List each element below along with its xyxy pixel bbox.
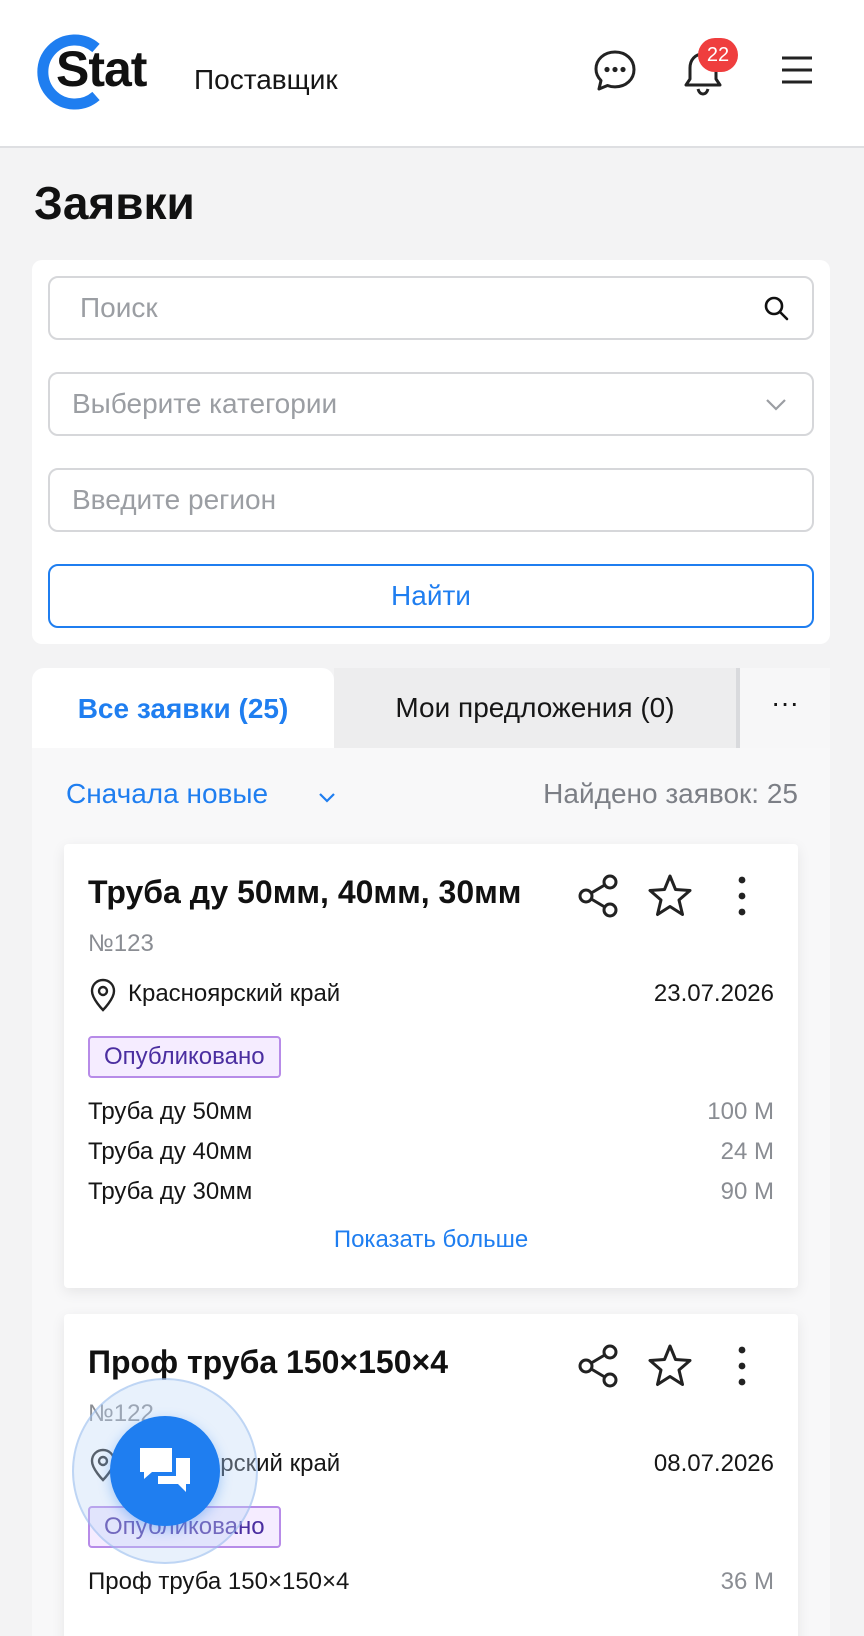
share-icon[interactable] <box>574 872 622 920</box>
item-name: Труба ду 50мм <box>88 1098 253 1125</box>
request-title: Труба ду 50мм, 40мм, 30мм <box>88 874 522 910</box>
request-items: Проф труба 150×150×4 36 М <box>88 1564 774 1604</box>
support-chat-button[interactable] <box>110 1416 220 1526</box>
list-item: Труба ду 50мм 100 М <box>88 1094 774 1134</box>
tab-more[interactable]: ··· <box>740 668 830 748</box>
category-select[interactable]: Выберите категории <box>48 372 814 436</box>
region-placeholder: Введите регион <box>72 484 277 515</box>
list-item: Труба ду 40мм 24 М <box>88 1134 774 1174</box>
tab-all-requests[interactable]: Все заявки (25) <box>32 668 334 750</box>
share-icon[interactable] <box>574 1342 622 1390</box>
request-region: Красноярский край <box>128 980 341 1007</box>
list-item: Проф труба 150×150×4 36 М <box>88 1564 774 1604</box>
request-card[interactable]: Труба ду 50мм, 40мм, 30мм №123 Красноярс… <box>64 844 798 1288</box>
more-vertical-icon[interactable] <box>718 1342 766 1390</box>
request-title: Проф труба 150×150×4 <box>88 1344 448 1380</box>
favorite-star-icon[interactable] <box>646 872 694 920</box>
request-tabs: Все заявки (25) Мои предложения (0) ··· <box>32 668 830 750</box>
logo-text: Stat <box>56 41 147 97</box>
item-quantity: 36 М <box>720 1568 774 1595</box>
item-quantity: 100 М <box>707 1098 774 1125</box>
find-button[interactable]: Найти <box>48 564 814 628</box>
chevron-down-icon <box>766 399 786 411</box>
chevron-down-icon <box>319 793 335 803</box>
chat-bubbles-icon <box>140 1448 190 1492</box>
tab-my-offers[interactable]: Мои предложения (0) <box>334 668 736 748</box>
messages-icon[interactable] <box>592 48 642 98</box>
more-vertical-icon[interactable] <box>718 872 766 920</box>
item-name: Труба ду 30мм <box>88 1178 253 1205</box>
notification-count-badge: 22 <box>698 38 738 72</box>
cstat-logo[interactable]: Stat <box>34 32 164 112</box>
found-count: Найдено заявок: 25 <box>543 778 798 809</box>
location-pin-icon <box>90 978 116 1012</box>
card-actions <box>574 872 774 928</box>
item-name: Проф труба 150×150×4 <box>88 1568 350 1595</box>
favorite-star-icon[interactable] <box>646 1342 694 1390</box>
filter-panel: Поиск Выберите категории Введите регион … <box>32 260 830 644</box>
search-input[interactable]: Поиск <box>48 276 814 340</box>
app-header: Stat Поставщик 22 <box>0 0 864 148</box>
hamburger-menu-icon[interactable] <box>774 48 824 98</box>
request-items: Труба ду 50мм 100 М Труба ду 40мм 24 М Т… <box>88 1094 774 1214</box>
user-role-label: Поставщик <box>194 64 338 95</box>
request-meta: Красноярский край 23.07.2026 <box>88 976 774 1016</box>
region-input[interactable]: Введите регион <box>48 468 814 532</box>
category-placeholder: Выберите категории <box>72 388 338 419</box>
status-badge: Опубликовано <box>88 1036 281 1078</box>
show-more-link[interactable]: Показать больше <box>64 1226 798 1254</box>
item-quantity: 24 М <box>720 1138 774 1165</box>
list-item: Труба ду 30мм 90 М <box>88 1174 774 1214</box>
request-date: 23.07.2026 <box>653 980 774 1007</box>
request-number: №123 <box>88 930 154 957</box>
sort-label: Сначала новые <box>66 778 269 809</box>
request-date: 08.07.2026 <box>653 1450 774 1477</box>
sort-dropdown[interactable]: Сначала новые <box>66 778 335 810</box>
search-icon[interactable] <box>762 294 790 322</box>
item-quantity: 90 М <box>720 1178 774 1205</box>
search-placeholder: Поиск <box>80 292 158 323</box>
page-title: Заявки <box>34 177 195 229</box>
item-name: Труба ду 40мм <box>88 1138 253 1165</box>
card-actions <box>574 1342 774 1398</box>
